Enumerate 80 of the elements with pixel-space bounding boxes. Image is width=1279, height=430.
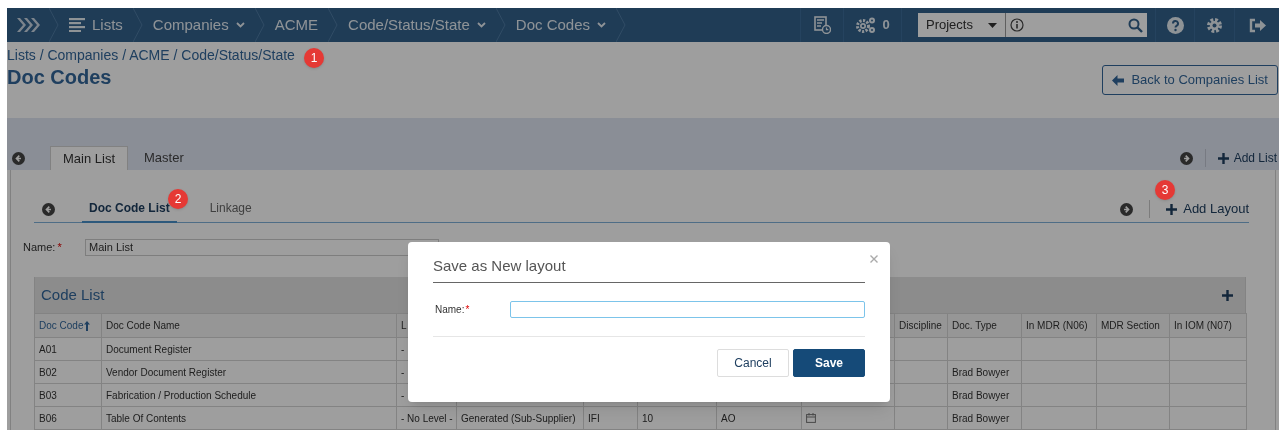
close-icon[interactable] [870,255,878,263]
table-cell: Brad Bowyer [952,389,1010,401]
table-cell: AO [721,412,736,424]
add-column-icon[interactable] [1222,289,1233,301]
cancel-button[interactable]: Cancel [717,349,789,377]
breadcrumb-menu-item[interactable]: Code/Status/State [338,8,496,42]
table-cell: Vendor Document Register [106,366,227,378]
help-icon [1166,16,1184,34]
arrow-left-icon [1112,74,1125,86]
column-header[interactable]: Doc Code Name [106,318,180,333]
sort-ascending-icon [84,320,91,331]
name-input[interactable]: Main List [85,238,439,256]
field-label: Name: [23,239,56,255]
jobs-button[interactable]: 0 [844,8,902,42]
breadcrumb-path: Lists / Companies / ACME / Code/Status/State [7,46,295,65]
info-icon [1010,18,1024,32]
arrow-right-circle-icon[interactable] [1120,202,1134,216]
table-cell: Fabrication / Production Schedule [106,389,257,401]
column-header[interactable]: L [401,318,407,333]
table-cell: - [401,366,405,378]
settings-icon [1206,16,1223,34]
project-select[interactable]: Projects [918,13,1005,37]
gears-icon [855,16,878,34]
arrow-right-circle-icon[interactable] [1179,151,1193,165]
plus-icon [1217,152,1229,164]
name-input[interactable] [510,301,865,318]
calendar-icon[interactable] [806,413,816,423]
report-schedule-button[interactable] [800,8,844,42]
callout-badge: 1 [304,48,324,68]
table-cell: Generated (Sub-Supplier) [461,412,576,424]
required-mark: * [465,303,470,317]
field-label: Name: [435,303,465,317]
back-button[interactable]: Back to Companies List [1102,65,1278,95]
dialog-title: Save as New layout [433,256,566,276]
chevrons-logo-icon[interactable] [16,17,40,33]
arrow-left-circle-icon[interactable] [12,151,25,165]
breadcrumb-separator [495,8,506,42]
breadcrumb-menu-item[interactable]: Lists [59,8,133,42]
list-tab[interactable]: Master [132,146,196,170]
table-cell: Brad Bowyer [952,366,1010,378]
breadcrumb-separator [328,8,339,42]
breadcrumb-separator [616,8,626,42]
caret-down-icon [988,22,997,28]
table-cell: B06 [39,412,57,424]
list-icon [69,18,85,32]
table-title: Code List [41,284,105,305]
add-list-button[interactable]: Add List [1217,149,1277,167]
breadcrumb-menu-item[interactable]: Doc Codes [505,8,616,42]
breadcrumb-separator [254,8,265,42]
required-mark: * [57,239,62,255]
table-cell: - [401,389,405,401]
document-clock-icon [813,16,831,34]
list-tab[interactable]: Main List [50,146,129,170]
breadcrumb-separator [49,8,59,42]
table-cell: B03 [39,389,57,401]
save-button[interactable]: Save [793,349,865,377]
logout-icon [1248,17,1266,33]
breadcrumb-menu-item[interactable]: ACME [264,8,329,42]
page-title: Doc Codes [7,65,113,89]
table-cell: 10 [642,412,654,424]
table-cell: - [401,343,405,355]
layout-tab[interactable]: Linkage [202,195,259,223]
search-icon [1128,17,1143,33]
caret-icon [235,22,245,28]
breadcrumb-separator [132,8,143,42]
plus-icon [1166,203,1178,215]
caret-icon [476,22,486,28]
add-layout-button[interactable]: Add Layout [1166,199,1249,219]
table-cell: - No Level - [401,412,453,424]
caret-icon [597,22,606,28]
table-cell: Table Of Contents [106,412,187,424]
breadcrumb-menu-item[interactable]: Companies [142,8,255,42]
table-cell: IFI [588,412,600,424]
help-button[interactable] [1155,8,1195,42]
table-cell: Document Register [106,343,192,355]
table-cell: Brad Bowyer [952,412,1010,424]
table-cell: B02 [39,366,57,378]
arrow-left-circle-icon[interactable] [42,202,55,216]
search-field[interactable] [1005,13,1147,37]
table-cell: A01 [39,343,57,355]
